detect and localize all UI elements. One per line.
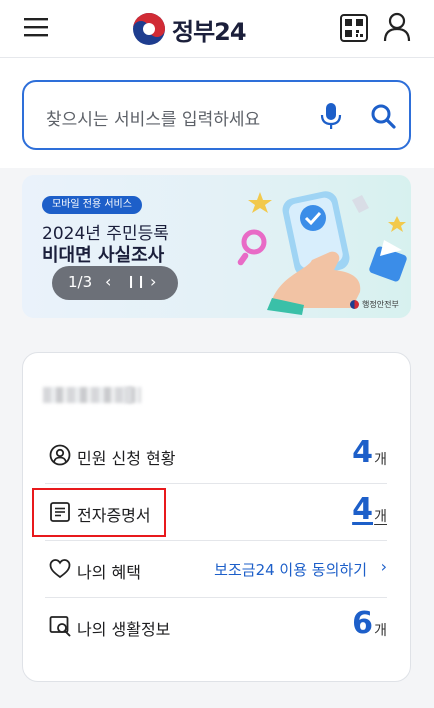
promo-banner[interactable]: 모바일 전용 서비스 2024년 주민등록 비대면 사실조사 1/3 ‹ ❙❙ … — [22, 175, 411, 318]
banner-title-line2: 비대면 사실조사 — [42, 245, 165, 266]
subsidy24-consent-link[interactable]: 보조금24 이용 동의하기 — [214, 559, 367, 580]
row-unit: 개 — [374, 452, 387, 468]
app-header: 정부24 — [0, 0, 434, 58]
prev-slide-button[interactable]: ‹ — [105, 272, 111, 291]
phone-hand-illustration — [237, 191, 407, 315]
next-slide-button[interactable]: › — [150, 272, 156, 291]
pager-count: 1/3 — [68, 273, 93, 291]
row-count[interactable]: 4 — [352, 492, 373, 527]
pause-button[interactable]: ❙❙ — [126, 274, 146, 288]
ministry-emblem-icon — [350, 300, 359, 309]
masked-user-name-suffix — [124, 387, 132, 403]
logo[interactable]: 정부24 — [132, 10, 247, 48]
qr-code-icon[interactable] — [340, 14, 368, 42]
banner-badge: 모바일 전용 서비스 — [42, 196, 142, 214]
row-label: 민원 신청 현황 — [77, 449, 176, 468]
microphone-icon[interactable] — [320, 102, 342, 130]
row-unit: 개 — [374, 509, 387, 525]
row-count[interactable]: 4 — [352, 435, 373, 470]
row-life-info[interactable]: 나의 생활정보 6 개 — [45, 598, 387, 655]
hamburger-menu-icon[interactable] — [23, 15, 49, 39]
ministry-label: 행정안전부 — [350, 299, 399, 310]
taegeuk-logo-icon — [133, 13, 165, 45]
banner-pager: 1/3 ‹ ❙❙ › — [52, 266, 178, 300]
row-unit: 개 — [374, 623, 387, 639]
person-circle-icon — [49, 444, 71, 466]
row-label: 나의 생활정보 — [77, 620, 171, 639]
row-application-status[interactable]: 민원 신청 현황 4 개 — [45, 427, 387, 484]
user-icon[interactable] — [383, 12, 411, 42]
search-section: 찾으시는 서비스를 입력하세요 — [0, 58, 434, 168]
row-label: 나의 혜택 — [77, 563, 141, 582]
row-count[interactable]: 6 — [352, 606, 373, 641]
window-search-icon — [49, 616, 71, 637]
row-my-benefits[interactable]: 나의 혜택 보조금24 이용 동의하기 › — [45, 541, 387, 598]
ministry-name: 행정안전부 — [362, 300, 399, 309]
chevron-right-icon[interactable]: › — [381, 557, 387, 576]
heart-icon — [49, 559, 71, 579]
highlight-box — [32, 488, 166, 537]
search-input[interactable]: 찾으시는 서비스를 입력하세요 — [46, 105, 260, 130]
logo-text: 정부24 — [172, 17, 247, 46]
search-box[interactable]: 찾으시는 서비스를 입력하세요 — [22, 80, 411, 150]
search-icon[interactable] — [370, 103, 396, 129]
